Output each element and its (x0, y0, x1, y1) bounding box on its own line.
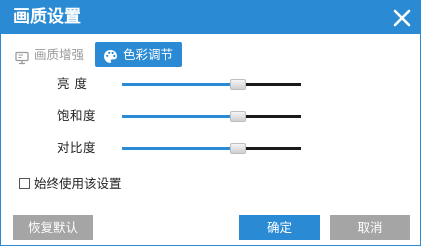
contrast-slider-fill (122, 147, 239, 150)
palette-icon (103, 47, 118, 63)
ok-button[interactable]: 确定 (239, 215, 320, 240)
tab-color-adjust[interactable]: 色彩调节 (95, 42, 183, 67)
checkbox-box[interactable] (19, 178, 30, 189)
saturation-slider-track (238, 115, 301, 118)
saturation-slider-thumb[interactable] (230, 111, 247, 122)
contrast-row: 对比度 (1, 138, 421, 158)
contrast-slider[interactable] (122, 143, 301, 154)
brightness-slider-thumb[interactable] (230, 79, 247, 90)
restore-default-button[interactable]: 恢复默认 (13, 215, 93, 240)
contrast-label: 对比度 (57, 140, 97, 155)
dialog-title: 画质设置 (13, 7, 81, 27)
saturation-slider-fill (122, 115, 239, 118)
saturation-label: 饱和度 (57, 108, 97, 123)
saturation-slider[interactable] (122, 111, 301, 122)
picture-settings-dialog: 画质设置 画质增强 色彩调节 亮 度 饱和度 对比度 始终使用该设置 恢复默认 … (0, 0, 421, 246)
brightness-slider-track (238, 83, 301, 86)
always-use-setting-checkbox[interactable]: 始终使用该设置 (19, 176, 122, 192)
tab-color-adjust-label: 色彩调节 (123, 47, 174, 62)
saturation-row: 饱和度 (1, 106, 421, 126)
always-use-setting-label: 始终使用该设置 (34, 176, 122, 191)
cancel-button[interactable]: 取消 (330, 215, 410, 240)
brightness-slider[interactable] (122, 79, 301, 90)
close-icon[interactable] (390, 6, 414, 30)
brightness-row: 亮 度 (1, 74, 421, 94)
contrast-slider-track (238, 147, 301, 150)
brightness-slider-fill (122, 83, 239, 86)
brightness-label: 亮 度 (57, 76, 88, 91)
contrast-slider-thumb[interactable] (230, 143, 247, 154)
tab-picture-enhance[interactable]: 画质增强 (15, 42, 84, 67)
monitor-icon (15, 48, 29, 65)
title-bar[interactable]: 画质设置 (1, 1, 420, 34)
